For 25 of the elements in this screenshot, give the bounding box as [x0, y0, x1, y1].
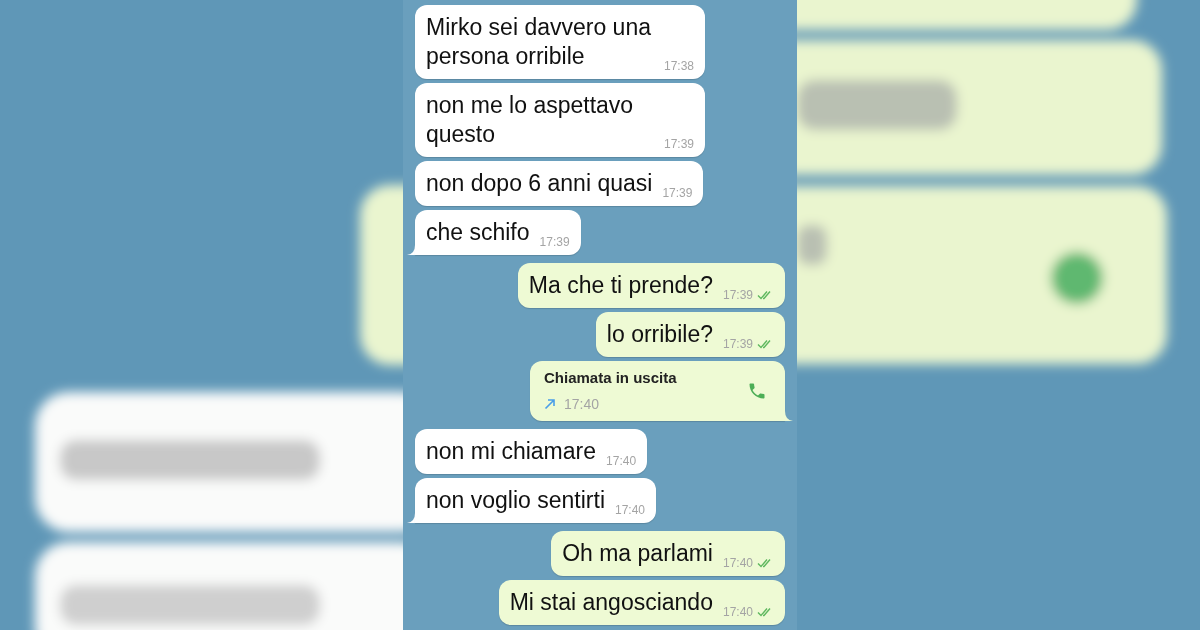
- message-time: 17:39: [722, 287, 753, 304]
- message-time: 17:40: [722, 555, 753, 572]
- message-text: non mi chiamare: [426, 437, 597, 466]
- message-time: 17:39: [722, 336, 753, 353]
- message-text: Mi stai angosciando: [509, 588, 713, 617]
- message-time: 17:39: [539, 234, 570, 251]
- call-bubble[interactable]: Chiamata in uscita 17:40: [530, 361, 785, 421]
- message-text: non me lo aspettavo questo: [426, 91, 635, 149]
- call-title: Chiamata in uscita: [544, 368, 678, 389]
- message-time: 17:39: [663, 136, 694, 153]
- message-time: 17:39: [662, 185, 693, 202]
- phone-icon: [747, 381, 767, 401]
- message-text: che schifo: [426, 218, 530, 247]
- message-time: 17:40: [615, 502, 646, 519]
- message-text: Oh ma parlami: [562, 539, 713, 568]
- message-time: 17:40: [722, 604, 753, 621]
- message-time: 17:40: [606, 453, 637, 470]
- message-text: lo orribile?: [606, 320, 713, 349]
- message-text: non dopo 6 anni quasi: [426, 169, 653, 198]
- message-text: Ma che ti prende?: [528, 271, 713, 300]
- call-time: 17:40: [564, 394, 600, 414]
- message-text: non voglio sentirti: [426, 486, 605, 515]
- message-time: 17:38: [663, 58, 694, 75]
- arrow-icon: [544, 398, 556, 411]
- message-text: Mirko sei davvero una persona orribile: [426, 13, 652, 71]
